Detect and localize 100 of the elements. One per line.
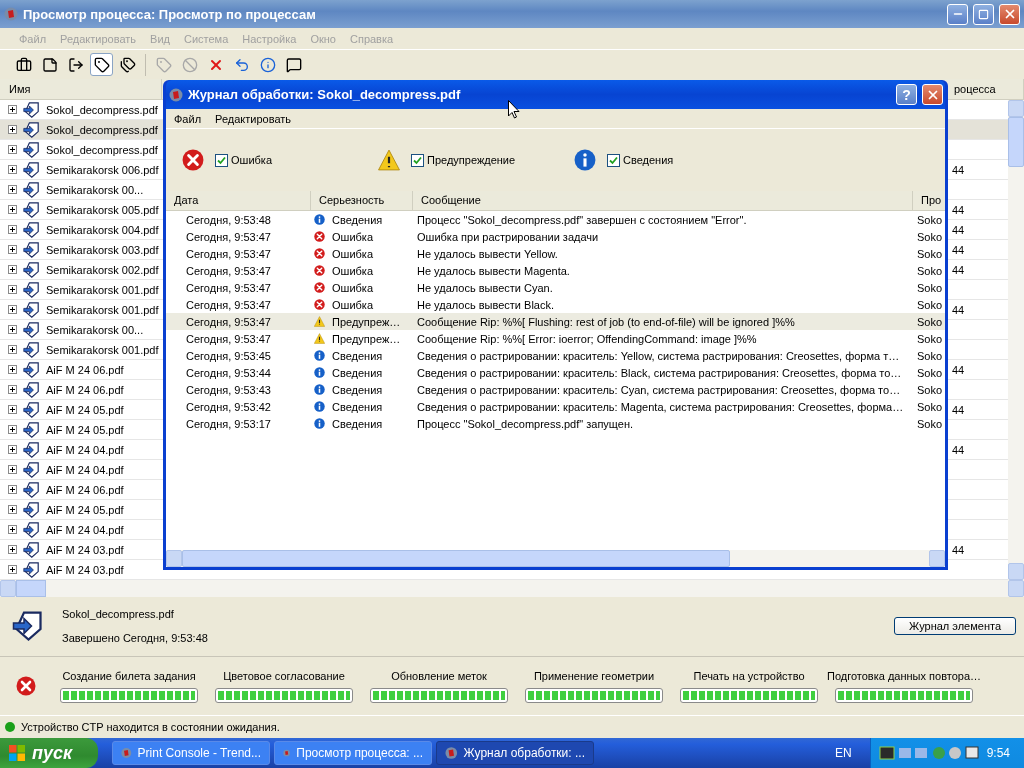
process-name: AiF M 24 03.pdf — [46, 563, 125, 576]
process-name: AiF M 24 04.pdf — [46, 443, 125, 456]
scroll-thumb[interactable] — [182, 550, 730, 567]
table-cell-text: Процесс "Sokol_decompress.pdf" запущен. — [416, 417, 635, 430]
expand-icon[interactable] — [8, 465, 17, 474]
expand-icon[interactable] — [8, 325, 17, 334]
table-cell-text: Сегодня, 9:53:47 — [185, 315, 272, 328]
process-name: Semikarakorsk 006.pdf — [46, 163, 160, 176]
expand-icon[interactable] — [8, 505, 17, 514]
table-cell-text: Сегодня, 9:53:44 — [185, 366, 272, 379]
process-name: Semikarakorsk 003.pdf — [46, 243, 160, 256]
column-header[interactable]: Имя — [0, 79, 162, 99]
error-icon — [314, 265, 325, 276]
maximize-button[interactable] — [973, 3, 994, 25]
column-header[interactable]: Дата — [166, 191, 311, 210]
expand-icon[interactable] — [8, 265, 17, 274]
close-button[interactable] — [922, 84, 943, 105]
table-cell-text: Soko — [916, 383, 944, 396]
info-icon — [574, 149, 596, 171]
table-cell: Сведения — [332, 349, 383, 362]
expand-icon[interactable] — [8, 425, 17, 434]
expand-icon[interactable] — [8, 125, 17, 134]
taskbar-button[interactable]: Просмотр процесса: ... — [274, 741, 432, 765]
info-icon — [314, 367, 325, 378]
expand-icon[interactable] — [8, 285, 17, 294]
expand-icon[interactable] — [8, 145, 17, 154]
expand-icon[interactable] — [8, 345, 17, 354]
expand-icon[interactable] — [8, 545, 17, 554]
info-icon — [314, 350, 325, 361]
start-button[interactable]: пуск — [0, 738, 98, 768]
taskbar-button[interactable]: Print Console - Trend... — [112, 741, 270, 765]
expand-icon[interactable] — [8, 105, 17, 114]
app-icon — [121, 746, 132, 760]
stage-label: Применение геометрии — [533, 669, 655, 682]
language-indicator[interactable]: EN — [834, 746, 866, 760]
process-name: Sokol_decompress.pdf — [46, 103, 159, 116]
taskbar-button[interactable]: Журнал обработки: ... — [436, 741, 594, 765]
expand-icon[interactable] — [8, 485, 17, 494]
table-cell-text: Soko — [916, 298, 944, 311]
app-icon — [4, 7, 18, 21]
expand-icon[interactable] — [8, 565, 17, 574]
table-cell-text: Сведения о растрировании: краситель: Magenta, система растрирования: Creosettes, форма… — [416, 400, 905, 413]
menu-item[interactable]: Файл — [167, 112, 209, 125]
item-log-button[interactable]: Журнал элемента — [894, 617, 1016, 635]
table-cell: Предупреж… — [332, 332, 401, 345]
stage-label: Цветовое согласование — [223, 669, 345, 682]
expand-icon[interactable] — [8, 185, 17, 194]
info-icon — [314, 384, 325, 395]
minimize-button[interactable] — [947, 3, 968, 25]
table-cell-text: Soko — [916, 332, 944, 345]
expand-icon[interactable] — [8, 405, 17, 414]
table-cell-text: 44 — [952, 263, 966, 276]
checkbox-label: Ошибка — [231, 154, 272, 166]
table-cell-text: Soko — [916, 281, 944, 294]
log-row[interactable]: Сегодня, 9:53:47 Предупреж… Сообщение Rip: %%[ Flushing: rest of job (to end-of-file) will be ignored ]%% Soko — [166, 313, 945, 330]
table-cell-text: Ошибка при растрировании задачи — [416, 230, 600, 243]
expand-icon[interactable] — [8, 365, 17, 374]
expand-icon[interactable] — [8, 225, 17, 234]
scroll-thumb[interactable] — [16, 580, 46, 597]
expand-icon[interactable] — [8, 165, 17, 174]
table-cell: Ошибка — [332, 230, 373, 243]
column-header[interactable]: Сообщение — [413, 191, 913, 210]
table-cell-text: Не удалось вывести Cyan. — [416, 281, 554, 294]
info-icon — [314, 418, 325, 429]
process-name: Semikarakorsk 00... — [46, 183, 145, 196]
check-icon — [413, 155, 422, 165]
scroll-thumb[interactable] — [1008, 117, 1024, 167]
warning-icon — [378, 149, 400, 171]
checkbox[interactable] — [607, 153, 620, 167]
table-cell-text: Сегодня, 9:53:43 — [185, 383, 272, 396]
table-cell: Сведения — [332, 366, 383, 379]
column-header[interactable]: Серьезность — [311, 191, 413, 210]
close-button[interactable] — [999, 3, 1020, 25]
menu-item[interactable]: Редактировать — [208, 112, 299, 125]
check-icon — [217, 155, 226, 165]
table-cell-text: 44 — [952, 163, 966, 176]
expand-icon[interactable] — [8, 525, 17, 534]
checkbox[interactable] — [215, 153, 228, 167]
expand-icon[interactable] — [8, 205, 17, 214]
table-cell-text: Soko — [916, 315, 944, 328]
table-cell-text: Soko — [916, 417, 944, 430]
error-icon — [314, 299, 325, 310]
column-header[interactable]: Про — [913, 191, 945, 210]
process-name: Semikarakorsk 001.pdf — [46, 283, 160, 296]
table-cell-text: 44 — [952, 243, 966, 256]
expand-icon[interactable] — [8, 305, 17, 314]
table-cell-text: 44 — [952, 223, 966, 236]
expand-icon[interactable] — [8, 445, 17, 454]
table-cell-text: 44 — [952, 543, 966, 556]
info-icon — [314, 214, 325, 225]
tag-arrow-icon — [23, 561, 39, 578]
maximize-icon — [978, 8, 989, 20]
table-cell-text: Сегодня, 9:53:17 — [185, 417, 272, 430]
checkbox[interactable] — [411, 153, 424, 167]
checkbox-label: Сведения — [623, 154, 674, 166]
expand-icon[interactable] — [8, 245, 17, 254]
tray-icons-drawing[interactable] — [878, 745, 979, 761]
table-cell-text: Не удалось вывести Black. — [416, 298, 556, 311]
expand-icon[interactable] — [8, 385, 17, 394]
table-cell-text: Сегодня, 9:53:48 — [185, 213, 272, 226]
